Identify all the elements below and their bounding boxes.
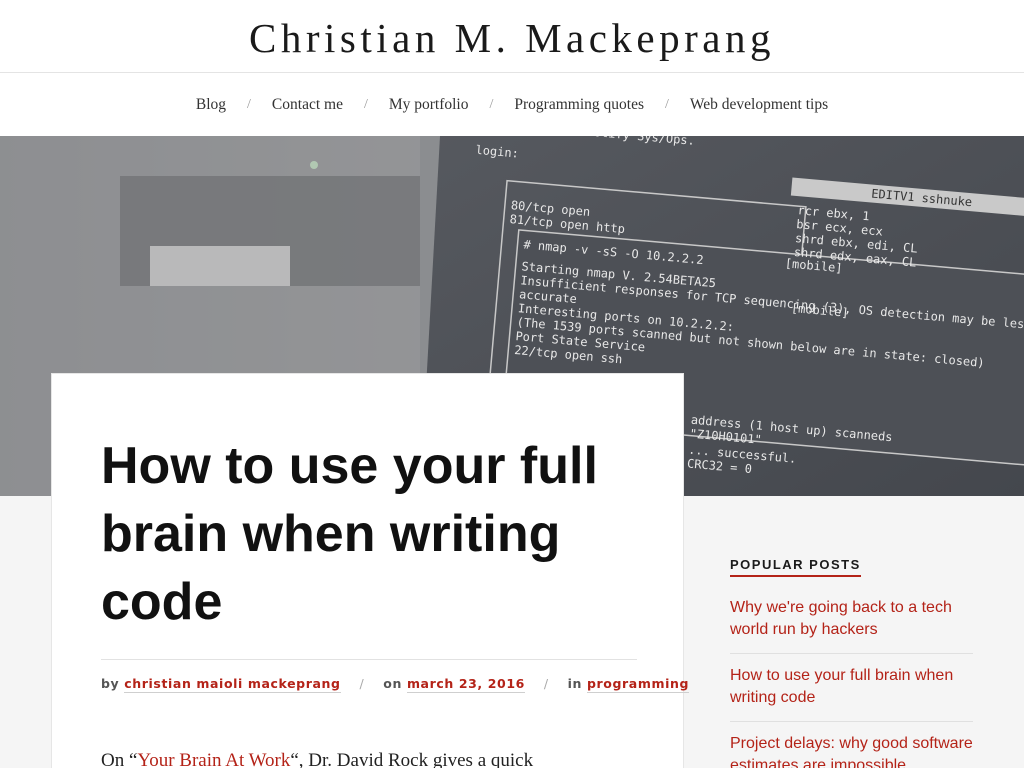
excerpt-suffix: “, Dr. David Rock gives a quick <box>290 750 534 768</box>
category-link[interactable]: programming <box>586 676 690 693</box>
popular-post-link[interactable]: Project delays: why good software estima… <box>730 733 973 768</box>
site-title[interactable]: Christian M. Mackeprang <box>249 14 775 62</box>
popular-posts-list: Why we're going back to a tech world run… <box>730 597 973 768</box>
meta-separator: / <box>359 676 365 691</box>
post-excerpt: On “Your Brain At Work“, Dr. David Rock … <box>101 750 533 768</box>
nav-item-portfolio[interactable]: My portfolio <box>389 96 469 114</box>
list-item: Project delays: why good software estima… <box>730 722 973 768</box>
nav-separator: / <box>664 96 669 112</box>
nav-item-contact[interactable]: Contact me <box>272 96 343 114</box>
excerpt-prefix: On “ <box>101 750 138 768</box>
meta-by-label: by <box>101 676 120 691</box>
post-card: How to use your full brain when writing … <box>51 373 690 768</box>
sidebar: POPULAR POSTS Why we're going back to a … <box>730 556 973 768</box>
nav-item-web-dev-tips[interactable]: Web development tips <box>690 96 828 114</box>
post-title[interactable]: How to use your full brain when writing … <box>101 432 641 636</box>
author-link[interactable]: christian maioli mackeprang <box>124 676 341 693</box>
site-header: Christian M. Mackeprang <box>0 0 1024 73</box>
nav-separator: / <box>489 96 494 112</box>
list-item: Why we're going back to a tech world run… <box>730 597 973 654</box>
date-link[interactable]: march 23, 2016 <box>406 676 525 693</box>
meta-separator: / <box>543 676 549 691</box>
excerpt-book-link[interactable]: Your Brain At Work <box>137 750 290 768</box>
nav-item-programming-quotes[interactable]: Programming quotes <box>514 96 644 114</box>
list-item: How to use your full brain when writing … <box>730 654 973 722</box>
main-nav: Blog / Contact me / My portfolio / Progr… <box>0 73 1024 136</box>
nav-separator: / <box>247 96 251 112</box>
nav-separator: / <box>363 96 368 112</box>
popular-post-link[interactable]: How to use your full brain when writing … <box>730 665 973 709</box>
popular-posts-title: POPULAR POSTS <box>730 557 861 577</box>
meta-in-label: in <box>567 676 583 691</box>
nav-item-blog[interactable]: Blog <box>196 96 226 114</box>
popular-post-link[interactable]: Why we're going back to a tech world run… <box>730 597 973 641</box>
meta-on-label: on <box>383 676 402 691</box>
post-divider <box>101 659 637 660</box>
post-meta: by christian maioli mackeprang / on marc… <box>101 676 690 693</box>
